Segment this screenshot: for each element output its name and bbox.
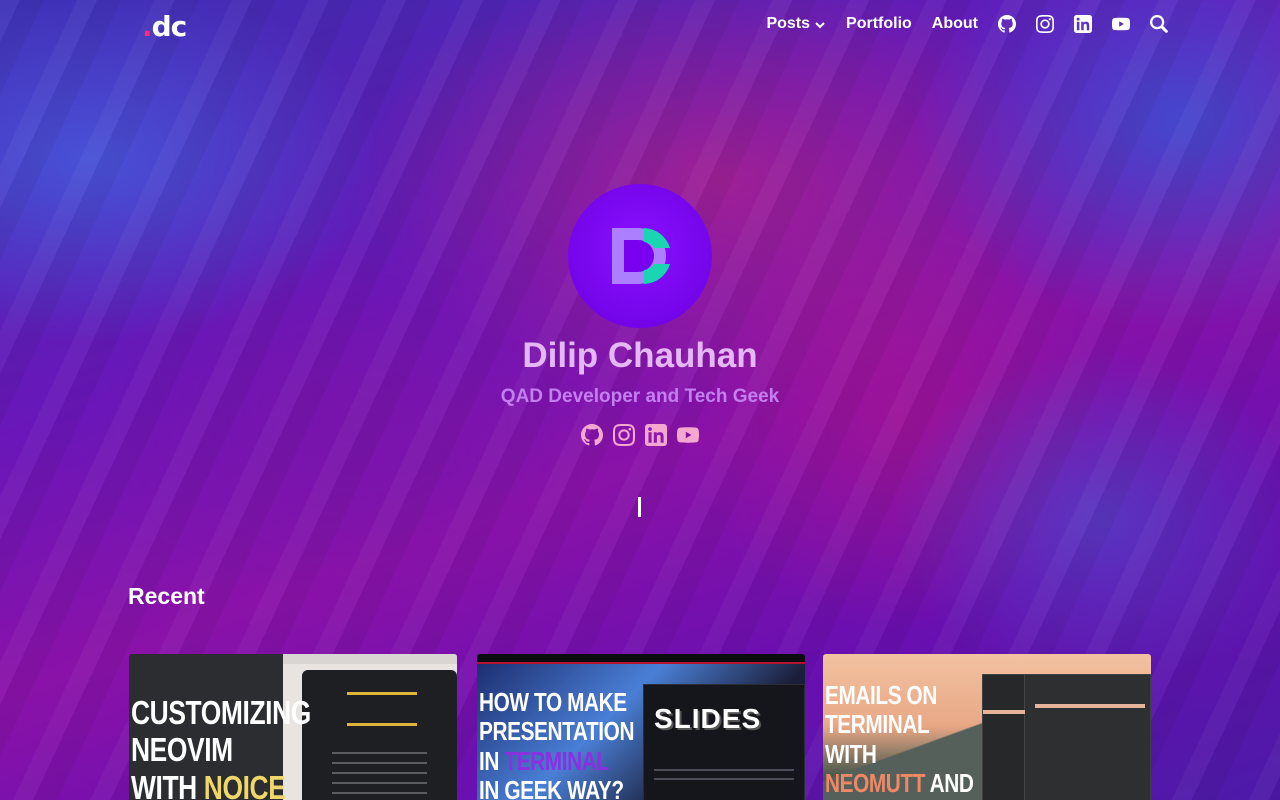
terminal-text-lines <box>654 769 794 787</box>
typing-cursor <box>638 497 641 517</box>
github-icon[interactable] <box>581 424 603 446</box>
screenshot-terminal: SLIDES <box>643 684 805 800</box>
hero-social-links <box>0 424 1280 446</box>
dashboard-logo <box>347 692 417 726</box>
linkedin-icon[interactable] <box>645 424 667 446</box>
nav-links: Posts Portfolio About <box>766 15 1168 33</box>
youtube-icon[interactable] <box>1112 15 1130 33</box>
hero-tagline: QAD Developer and Tech Geek <box>500 386 780 407</box>
nav-posts-dropdown[interactable]: Posts <box>766 15 826 33</box>
post-card-title: CUSTOMIZING NEOVIM WITH NOICE <box>131 694 311 800</box>
hero-name: Dilip Chauhan <box>522 336 758 375</box>
dc-logo-icon <box>612 228 670 284</box>
youtube-icon[interactable] <box>677 424 699 446</box>
post-card-neomutt-emails[interactable]: EMAILS ON TERMINAL WITH NEOMUTT AND <box>823 654 1151 800</box>
nav-portfolio[interactable]: Portfolio <box>846 15 912 33</box>
recent-section-title: Recent <box>128 583 205 609</box>
screenshot-mail-client <box>982 674 1151 800</box>
avatar <box>568 184 712 328</box>
post-card-terminal-presentation[interactable]: SLIDES HOW TO MAKE PRESENTATION IN TERMI… <box>477 654 805 800</box>
instagram-icon[interactable] <box>1036 15 1054 33</box>
linkedin-icon[interactable] <box>1074 15 1092 33</box>
search-icon[interactable] <box>1150 15 1168 33</box>
instagram-icon[interactable] <box>613 424 635 446</box>
top-navbar: .dc Posts Portfolio About <box>0 0 1280 54</box>
screenshot-editor-pane <box>302 670 457 800</box>
nav-about[interactable]: About <box>932 15 978 33</box>
github-icon[interactable] <box>998 15 1016 33</box>
screenshot-window-bar <box>283 654 457 664</box>
screenshot-top-bar <box>477 654 805 664</box>
post-card-neovim-noice[interactable]: CUSTOMIZING NEOVIM WITH NOICE <box>129 654 457 800</box>
mailbox-sidebar <box>983 675 1025 800</box>
selected-message <box>1035 704 1145 708</box>
post-card-title: HOW TO MAKE PRESENTATION IN TERMINAL IN … <box>479 687 635 800</box>
nav-posts-label: Posts <box>766 15 811 32</box>
selected-mailbox <box>983 710 1025 714</box>
chevron-down-icon <box>814 18 826 30</box>
post-card-title: EMAILS ON TERMINAL WITH NEOMUTT AND <box>825 680 974 799</box>
slides-heading: SLIDES <box>654 703 762 734</box>
site-logo[interactable]: .dc <box>142 10 187 43</box>
dashboard-menu <box>332 752 427 800</box>
